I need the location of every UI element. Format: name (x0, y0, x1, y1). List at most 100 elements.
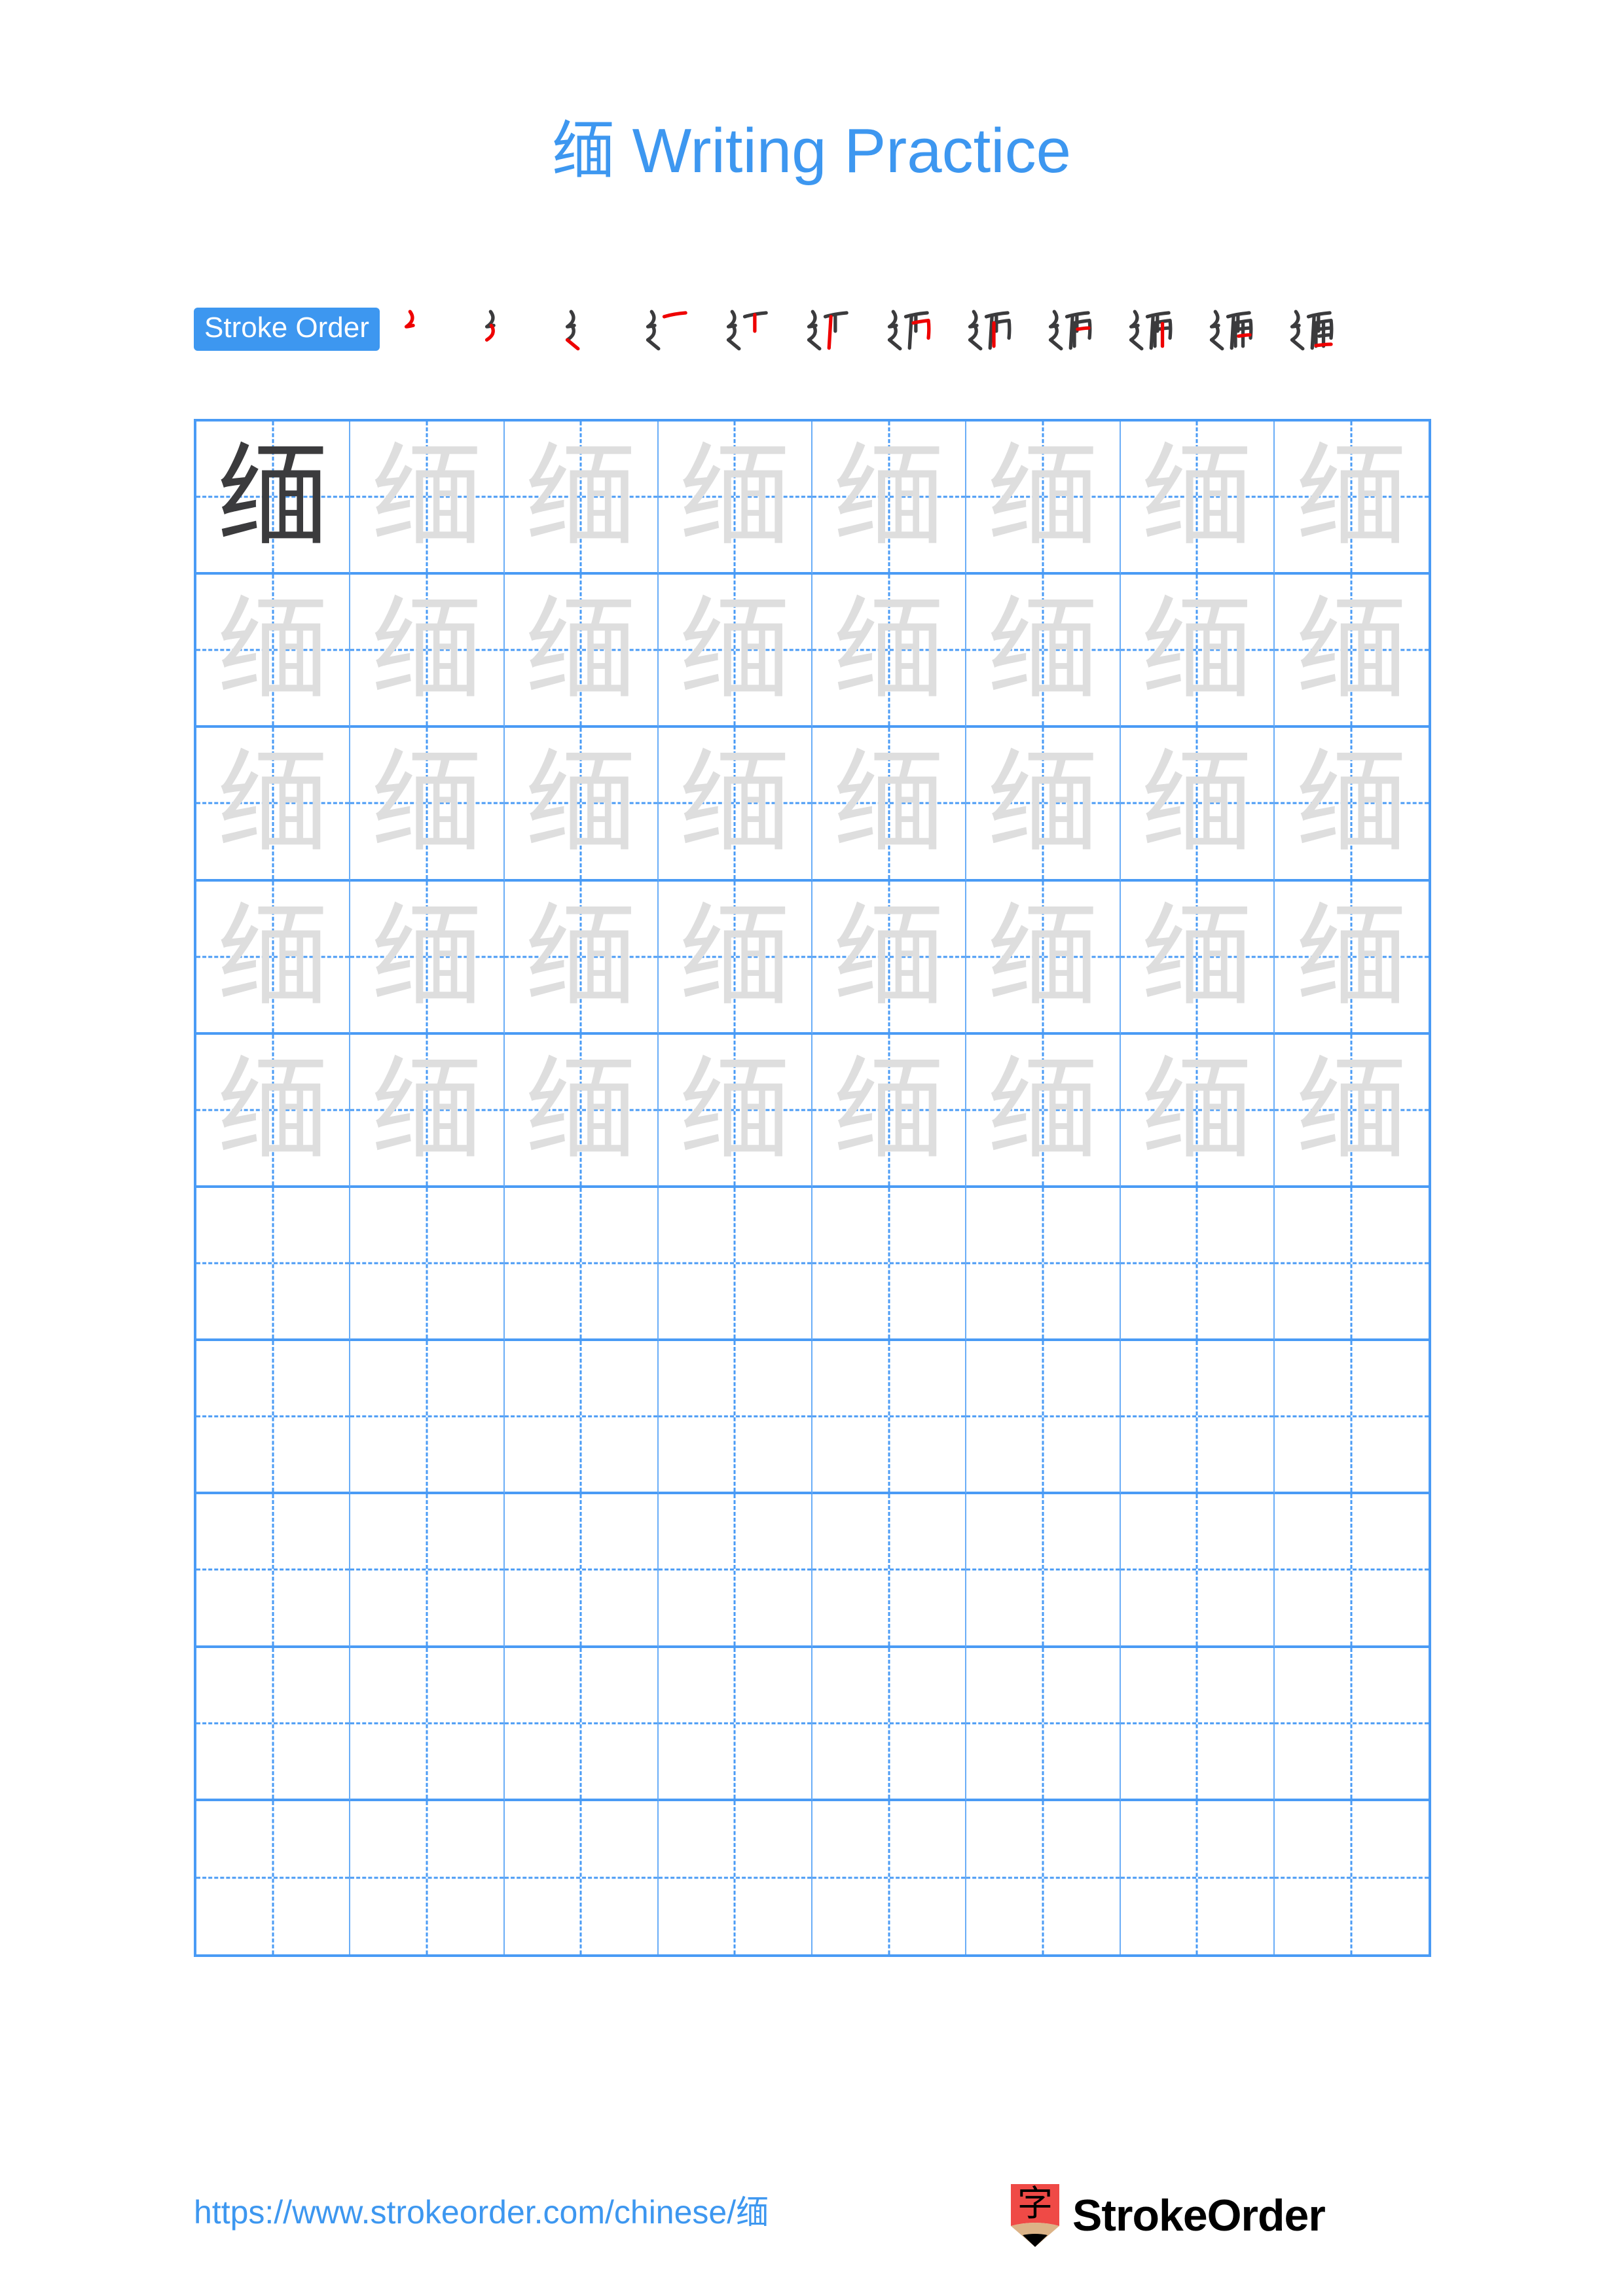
practice-cell-r8-c1[interactable] (196, 1494, 351, 1648)
practice-cell-r10-c1[interactable] (196, 1801, 351, 1954)
practice-cell-r7-c8[interactable] (1274, 1341, 1429, 1495)
practice-cell-r6-c4[interactable] (658, 1187, 812, 1342)
existing-stroke (1149, 315, 1155, 350)
practice-cell-r2-c2[interactable]: 缅 (350, 575, 505, 728)
practice-cell-r5-c3[interactable]: 缅 (504, 1034, 659, 1188)
practice-cell-r9-c3[interactable] (504, 1647, 659, 1801)
cell-vertical-guide (1350, 1801, 1353, 1954)
practice-cell-r10-c7[interactable] (1120, 1801, 1275, 1954)
practice-cell-r5-c6[interactable]: 缅 (966, 1034, 1121, 1188)
practice-cell-r2-c4[interactable]: 缅 (658, 575, 812, 728)
practice-cell-r7-c5[interactable] (812, 1341, 967, 1495)
practice-cell-r2-c1[interactable]: 缅 (196, 575, 351, 728)
cell-vertical-guide (888, 1187, 890, 1339)
practice-cell-r1-c1[interactable]: 缅 (196, 422, 351, 575)
practice-cell-r9-c8[interactable] (1274, 1647, 1429, 1801)
practice-cell-r1-c3[interactable]: 缅 (504, 422, 659, 575)
new-stroke (827, 315, 833, 350)
practice-cell-r9-c4[interactable] (658, 1647, 812, 1801)
practice-cell-r7-c7[interactable] (1120, 1341, 1275, 1495)
practice-cell-r4-c8[interactable]: 缅 (1274, 881, 1429, 1035)
practice-cell-r7-c2[interactable] (350, 1341, 505, 1495)
practice-cell-r2-c8[interactable]: 缅 (1274, 575, 1429, 728)
practice-cell-r6-c7[interactable] (1120, 1187, 1275, 1342)
practice-cell-r4-c6[interactable]: 缅 (966, 881, 1121, 1035)
practice-cell-r1-c7[interactable]: 缅 (1120, 422, 1275, 575)
practice-cell-r1-c2[interactable]: 缅 (350, 422, 505, 575)
practice-cell-r7-c1[interactable] (196, 1341, 351, 1495)
practice-grid: 缅缅缅缅缅缅缅缅缅缅缅缅缅缅缅缅缅缅缅缅缅缅缅缅缅缅缅缅缅缅缅缅缅缅缅缅缅缅缅缅 (194, 419, 1431, 1957)
practice-cell-r5-c5[interactable]: 缅 (812, 1034, 967, 1188)
practice-cell-r5-c1[interactable]: 缅 (196, 1034, 351, 1188)
practice-cell-r3-c6[interactable]: 缅 (966, 728, 1121, 882)
practice-cell-r6-c8[interactable] (1274, 1187, 1429, 1342)
practice-cell-r3-c2[interactable]: 缅 (350, 728, 505, 882)
cell-vertical-guide (1042, 1341, 1044, 1492)
cell-vertical-guide (1042, 1647, 1044, 1799)
practice-cell-r4-c5[interactable]: 缅 (812, 881, 967, 1035)
practice-cell-r1-c5[interactable]: 缅 (812, 422, 967, 575)
practice-cell-r6-c3[interactable] (504, 1187, 659, 1342)
practice-cell-r3-c8[interactable]: 缅 (1274, 728, 1429, 882)
trace-character: 缅 (1141, 1045, 1253, 1175)
practice-cell-r10-c2[interactable] (350, 1801, 505, 1954)
existing-stroke (907, 315, 913, 350)
practice-cell-r9-c2[interactable] (350, 1647, 505, 1801)
practice-cell-r1-c8[interactable]: 缅 (1274, 422, 1429, 575)
practice-cell-r6-c1[interactable] (196, 1187, 351, 1342)
practice-cell-r5-c8[interactable]: 缅 (1274, 1034, 1429, 1188)
practice-cell-r7-c6[interactable] (966, 1341, 1121, 1495)
cell-horizontal-guide (812, 1568, 966, 1571)
practice-cell-r3-c4[interactable]: 缅 (658, 728, 812, 882)
practice-cell-r8-c5[interactable] (812, 1494, 967, 1648)
stroke-step-glyph (565, 310, 580, 351)
practice-cell-r7-c3[interactable] (504, 1341, 659, 1495)
practice-cell-r10-c3[interactable] (504, 1801, 659, 1954)
practice-cell-r9-c6[interactable] (966, 1647, 1121, 1801)
practice-cell-r8-c6[interactable] (966, 1494, 1121, 1648)
practice-cell-r2-c6[interactable]: 缅 (966, 575, 1121, 728)
practice-cell-r8-c3[interactable] (504, 1494, 659, 1648)
practice-cell-r8-c8[interactable] (1274, 1494, 1429, 1648)
practice-cell-r5-c7[interactable]: 缅 (1120, 1034, 1275, 1188)
practice-cell-r2-c7[interactable]: 缅 (1120, 575, 1275, 728)
practice-cell-r4-c7[interactable]: 缅 (1120, 881, 1275, 1035)
trace-character: 缅 (833, 891, 945, 1022)
footer-url-link[interactable]: https://www.strokeorder.com/chinese/缅 (194, 2186, 769, 2233)
practice-cell-r9-c7[interactable] (1120, 1647, 1275, 1801)
practice-cell-r3-c3[interactable]: 缅 (504, 728, 659, 882)
practice-cell-r10-c5[interactable] (812, 1801, 967, 1954)
brand-logo[interactable]: 字 StrokeOrder (1008, 2179, 1326, 2251)
practice-cell-r3-c7[interactable]: 缅 (1120, 728, 1275, 882)
existing-stroke (1310, 315, 1316, 350)
practice-cell-r4-c4[interactable]: 缅 (658, 881, 812, 1035)
cell-vertical-guide (272, 1647, 274, 1799)
practice-cell-r8-c2[interactable] (350, 1494, 505, 1648)
practice-cell-r4-c1[interactable]: 缅 (196, 881, 351, 1035)
stroke-order-section: Stroke Order (194, 298, 1435, 361)
practice-cell-r3-c5[interactable]: 缅 (812, 728, 967, 882)
practice-cell-r10-c6[interactable] (966, 1801, 1121, 1954)
practice-cell-r6-c2[interactable] (350, 1187, 505, 1342)
practice-cell-r7-c4[interactable] (658, 1341, 812, 1495)
practice-cell-r8-c7[interactable] (1120, 1494, 1275, 1648)
cell-horizontal-guide (196, 1722, 350, 1725)
practice-cell-r4-c3[interactable]: 缅 (504, 881, 659, 1035)
practice-cell-r6-c6[interactable] (966, 1187, 1121, 1342)
practice-cell-r9-c1[interactable] (196, 1647, 351, 1801)
practice-cell-r2-c3[interactable]: 缅 (504, 575, 659, 728)
practice-cell-r1-c6[interactable]: 缅 (966, 422, 1121, 575)
practice-cell-r10-c4[interactable] (658, 1801, 812, 1954)
stroke-order-step-2 (463, 298, 543, 361)
practice-cell-r1-c4[interactable]: 缅 (658, 422, 812, 575)
practice-cell-r5-c2[interactable]: 缅 (350, 1034, 505, 1188)
stroke-step-glyph (1129, 310, 1173, 351)
practice-cell-r10-c8[interactable] (1274, 1801, 1429, 1954)
practice-cell-r8-c4[interactable] (658, 1494, 812, 1648)
practice-cell-r6-c5[interactable] (812, 1187, 967, 1342)
practice-cell-r9-c5[interactable] (812, 1647, 967, 1801)
practice-cell-r2-c5[interactable]: 缅 (812, 575, 967, 728)
practice-cell-r4-c2[interactable]: 缅 (350, 881, 505, 1035)
practice-cell-r5-c4[interactable]: 缅 (658, 1034, 812, 1188)
practice-cell-r3-c1[interactable]: 缅 (196, 728, 351, 882)
